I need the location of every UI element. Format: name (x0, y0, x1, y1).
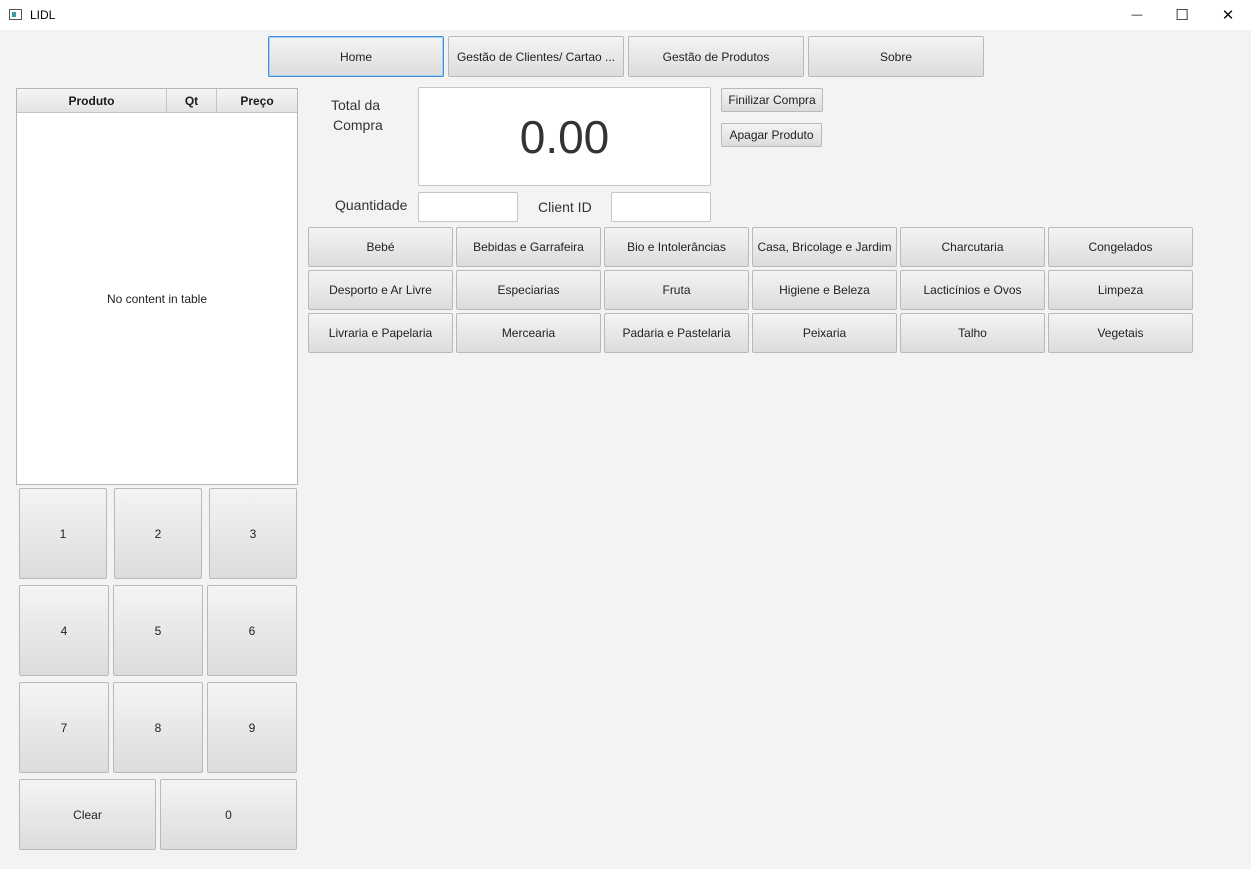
nav-home-button[interactable]: Home (268, 36, 444, 77)
category-mercearia-button[interactable]: Mercearia (456, 313, 601, 353)
delete-product-button[interactable]: Apagar Produto (721, 123, 822, 147)
finalize-purchase-button[interactable]: Finilizar Compra (721, 88, 823, 112)
column-header-produto[interactable]: Produto (17, 89, 167, 112)
client-id-input[interactable] (611, 192, 711, 222)
nav-clients-button[interactable]: Gestão de Clientes/ Cartao ... (448, 36, 624, 77)
category-casa-button[interactable]: Casa, Bricolage e Jardim (752, 227, 897, 267)
category-especiarias-button[interactable]: Especiarias (456, 270, 601, 310)
category-limpeza-button[interactable]: Limpeza (1048, 270, 1193, 310)
category-lacticinios-button[interactable]: Lacticínios e Ovos (900, 270, 1045, 310)
keypad-9-button[interactable]: 9 (207, 682, 297, 773)
keypad-6-button[interactable]: 6 (207, 585, 297, 676)
total-label-line2: Compra (333, 117, 383, 133)
category-livraria-button[interactable]: Livraria e Papelaria (308, 313, 453, 353)
app-icon (9, 9, 22, 20)
keypad-5-button[interactable]: 5 (113, 585, 203, 676)
nav-about-button[interactable]: Sobre (808, 36, 984, 77)
category-fruta-button[interactable]: Fruta (604, 270, 749, 310)
cart-table-header: Produto Qt Preço (17, 89, 297, 113)
category-bebe-button[interactable]: Bebé (308, 227, 453, 267)
category-peixaria-button[interactable]: Peixaria (752, 313, 897, 353)
total-label-line1: Total da (331, 97, 381, 113)
keypad-3-button[interactable]: 3 (209, 488, 297, 579)
nav-products-button[interactable]: Gestão de Produtos (628, 36, 804, 77)
keypad-7-button[interactable]: 7 (19, 682, 109, 773)
maximize-icon: ☐ (1175, 7, 1189, 24)
keypad-2-button[interactable]: 2 (114, 488, 202, 579)
total-display: 0.00 (418, 87, 711, 186)
keypad-1-button[interactable]: 1 (19, 488, 107, 579)
window-titlebar: LIDL — ☐ ✕ (0, 0, 1251, 31)
table-empty-message: No content in table (106, 292, 208, 306)
category-higiene-button[interactable]: Higiene e Beleza (752, 270, 897, 310)
category-talho-button[interactable]: Talho (900, 313, 1045, 353)
keypad-clear-button[interactable]: Clear (19, 779, 156, 850)
minimize-button[interactable]: — (1114, 0, 1160, 30)
window-title: LIDL (30, 8, 56, 22)
category-padaria-button[interactable]: Padaria e Pastelaria (604, 313, 749, 353)
close-button[interactable]: ✕ (1205, 0, 1251, 30)
category-bio-button[interactable]: Bio e Intolerâncias (604, 227, 749, 267)
cart-table[interactable]: Produto Qt Preço No content in table (16, 88, 298, 485)
keypad-4-button[interactable]: 4 (19, 585, 109, 676)
category-desporto-button[interactable]: Desporto e Ar Livre (308, 270, 453, 310)
category-bebidas-button[interactable]: Bebidas e Garrafeira (456, 227, 601, 267)
quantity-label: Quantidade (335, 197, 408, 213)
client-id-label: Client ID (538, 199, 592, 215)
category-charcutaria-button[interactable]: Charcutaria (900, 227, 1045, 267)
minimize-icon: — (1131, 9, 1143, 21)
category-vegetais-button[interactable]: Vegetais (1048, 313, 1193, 353)
keypad-0-button[interactable]: 0 (160, 779, 297, 850)
column-header-preco[interactable]: Preço (217, 89, 297, 112)
quantity-input[interactable] (418, 192, 518, 222)
maximize-button[interactable]: ☐ (1159, 0, 1205, 30)
category-congelados-button[interactable]: Congelados (1048, 227, 1193, 267)
column-header-qt[interactable]: Qt (167, 89, 217, 112)
keypad-8-button[interactable]: 8 (113, 682, 203, 773)
close-icon: ✕ (1221, 7, 1235, 24)
